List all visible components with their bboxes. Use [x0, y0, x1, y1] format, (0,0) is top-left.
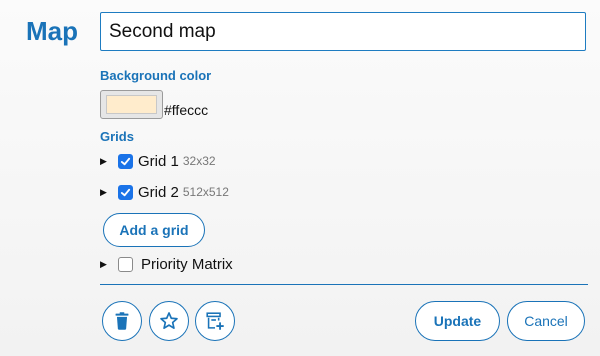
- swatch-fill: [106, 95, 157, 114]
- grid-2-size: 512x512: [182, 185, 229, 199]
- checkmark-icon: [120, 188, 131, 196]
- update-button[interactable]: Update: [415, 301, 500, 341]
- grid-row-2: ▶ Grid 2 512x512: [100, 181, 229, 203]
- add-layer-button[interactable]: [195, 301, 235, 341]
- grid-1-checkbox[interactable]: [118, 153, 133, 169]
- map-editor-panel: Map Background color #ffeccc Grids ▶ Gri…: [0, 0, 600, 356]
- cancel-button[interactable]: Cancel: [507, 301, 585, 341]
- delete-button[interactable]: [102, 301, 142, 341]
- background-color-hex: #ffeccc: [164, 102, 209, 118]
- expand-caret-icon[interactable]: ▶: [100, 156, 110, 166]
- checkmark-icon: [120, 157, 131, 165]
- map-name-input[interactable]: [100, 12, 586, 51]
- expand-caret-icon[interactable]: ▶: [100, 187, 110, 197]
- footer-divider: [100, 284, 588, 285]
- grid-1-size: 32x32: [182, 154, 216, 168]
- priority-matrix-name: Priority Matrix: [141, 255, 233, 273]
- background-color-label: Background color: [100, 68, 212, 83]
- priority-matrix-row: ▶ Priority Matrix: [100, 253, 233, 275]
- favorite-button[interactable]: [149, 301, 189, 341]
- grid-row-1: ▶ Grid 1 32x32: [100, 150, 216, 172]
- grids-label: Grids: [100, 129, 134, 144]
- map-heading: Map: [26, 16, 78, 46]
- grid-1-name: Grid 1: [138, 152, 179, 170]
- priority-matrix-checkbox[interactable]: [118, 256, 133, 272]
- grid-2-checkbox[interactable]: [118, 184, 133, 200]
- star-icon: [160, 312, 178, 329]
- add-grid-button[interactable]: Add a grid: [103, 213, 205, 247]
- background-color-swatch[interactable]: [100, 90, 163, 119]
- trash-icon: [115, 312, 129, 330]
- add-layer-icon: [206, 312, 224, 330]
- expand-caret-icon[interactable]: ▶: [100, 259, 110, 269]
- grid-2-name: Grid 2: [138, 183, 179, 201]
